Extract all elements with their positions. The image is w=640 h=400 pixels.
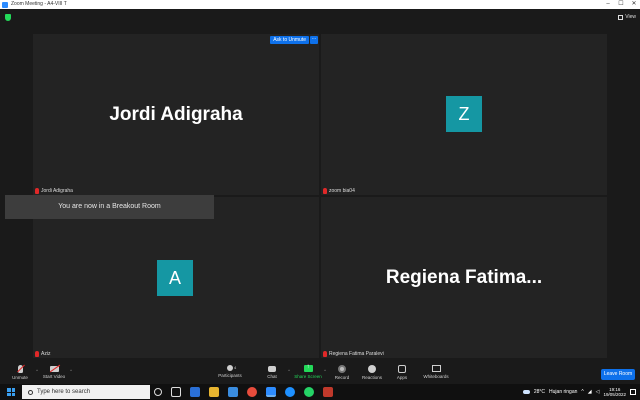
- share-screen-label: Share Screen: [294, 374, 322, 379]
- minimize-icon[interactable]: –: [602, 0, 614, 9]
- participants-count: 4: [234, 365, 237, 370]
- taskbar-search-box[interactable]: Type here to search: [22, 385, 150, 399]
- maximize-icon[interactable]: ☐: [615, 0, 627, 9]
- participants-button[interactable]: 4 Participants: [210, 365, 250, 383]
- video-tile-jordi[interactable]: Jordi Adigraha Ask to Unmute ··· Jordi A…: [33, 34, 319, 195]
- system-tray: 28°C Hujan ringan ^ ◢ ◁ 19:16 19/05/2022: [522, 384, 640, 400]
- chat-icon: [268, 366, 276, 372]
- apps-label: Apps: [396, 375, 408, 380]
- leave-room-button[interactable]: Leave Room: [601, 369, 635, 380]
- apps-icon: [398, 365, 406, 373]
- zoom-logo-icon: [2, 1, 8, 8]
- cortana-icon[interactable]: [154, 388, 162, 396]
- date: 19/05/2022: [603, 392, 626, 397]
- more-options-button[interactable]: ···: [310, 36, 318, 44]
- start-video-button[interactable]: Start Video ^: [34, 365, 74, 383]
- view-label: View: [625, 14, 636, 20]
- participant-name: Jordi Adigraha: [41, 187, 73, 194]
- volume-icon[interactable]: ◁: [596, 389, 600, 395]
- file-explorer-icon[interactable]: [209, 387, 219, 397]
- edge-browser-icon[interactable]: [190, 387, 200, 397]
- temperature: 28°C: [533, 389, 546, 395]
- chat-label: Chat: [267, 374, 277, 379]
- participant-name: Aziz: [41, 350, 51, 357]
- windows-start-icon[interactable]: [7, 388, 15, 396]
- close-icon[interactable]: ✕: [628, 0, 640, 9]
- zoom-meeting-window: Zoom Meeting - A4-VIII T – ☐ ✕ View Jord…: [0, 0, 640, 400]
- mic-muted-icon: [35, 187, 39, 194]
- mic-muted-icon: [323, 187, 327, 194]
- tray-overflow-icon[interactable]: ^: [581, 389, 583, 395]
- breakout-room-banner: You are now in a Breakout Room: [5, 195, 214, 219]
- participant-name-label: Regiena Fatima Paralevi: [323, 350, 384, 357]
- chrome-icon[interactable]: [247, 387, 257, 397]
- title-bar: Zoom Meeting - A4-VIII T – ☐ ✕: [0, 0, 640, 9]
- whatsapp-icon[interactable]: [304, 387, 314, 397]
- share-screen-icon: [303, 364, 313, 372]
- avatar: Z: [446, 96, 482, 132]
- network-icon[interactable]: ◢: [588, 389, 592, 395]
- whiteboard-icon: [431, 365, 441, 372]
- participants-label: Participants: [218, 373, 242, 378]
- video-tile-zoom-bia04[interactable]: Z zoom bia04: [321, 34, 607, 195]
- search-icon: [28, 389, 33, 395]
- start-video-label: Start Video: [42, 374, 66, 379]
- record-icon: [338, 365, 346, 373]
- mic-off-icon: [17, 365, 23, 373]
- unmute-label: Unmute: [12, 375, 28, 380]
- participant-display-name: Jordi Adigraha: [109, 103, 243, 125]
- participant-name: zoom bia04: [329, 187, 355, 194]
- mail-icon[interactable]: [228, 387, 238, 397]
- mic-muted-icon: [323, 350, 327, 357]
- participant-name: Regiena Fatima Paralevi: [329, 350, 384, 357]
- task-view-icon[interactable]: [171, 387, 181, 397]
- window-title: Zoom Meeting - A4-VIII T: [11, 1, 67, 7]
- chevron-up-icon[interactable]: ^: [70, 368, 72, 373]
- shield-icon[interactable]: [5, 14, 11, 21]
- participant-name-label: Aziz: [35, 350, 50, 357]
- avatar: A: [157, 260, 193, 296]
- video-tile-regiena[interactable]: Regiena Fatima... Regiena Fatima Paralev…: [321, 197, 607, 358]
- mic-muted-icon: [35, 350, 39, 357]
- notification-icon[interactable]: [630, 389, 636, 395]
- participant-name-label: Jordi Adigraha: [35, 187, 73, 194]
- view-button[interactable]: View: [618, 12, 636, 22]
- video-off-icon: [49, 366, 59, 372]
- chat-button[interactable]: Chat ^: [252, 365, 292, 383]
- clock[interactable]: 19:16 19/05/2022: [603, 387, 626, 397]
- windows-taskbar: Type here to search 28°C Hujan ringan ^ …: [0, 384, 640, 400]
- participant-name-label: zoom bia04: [323, 187, 355, 194]
- ask-to-unmute-button[interactable]: Ask to Unmute: [270, 36, 309, 44]
- app-icon-blue[interactable]: [285, 387, 295, 397]
- participant-display-name: Regiena Fatima...: [385, 266, 543, 288]
- reactions-icon: [368, 365, 376, 373]
- weather-text: Hujan ringan: [549, 389, 578, 395]
- whiteboards-label: Whiteboards: [423, 374, 449, 379]
- video-tile-aziz[interactable]: A Aziz: [33, 197, 319, 358]
- whiteboards-button[interactable]: Whiteboards: [416, 365, 456, 383]
- participants-icon: [227, 365, 233, 371]
- meeting-toolbar: Unmute ^ Start Video ^ 4 Participants Ch…: [0, 362, 640, 384]
- reactions-label: Reactions: [361, 375, 382, 380]
- app-icon-red[interactable]: [323, 387, 333, 397]
- zoom-taskbar-icon[interactable]: [266, 387, 276, 397]
- meeting-top-strip: View: [0, 9, 640, 26]
- record-label: Record: [334, 375, 350, 380]
- grid-icon: [618, 14, 624, 20]
- search-placeholder: Type here to search: [37, 389, 91, 395]
- weather-icon: [522, 390, 530, 394]
